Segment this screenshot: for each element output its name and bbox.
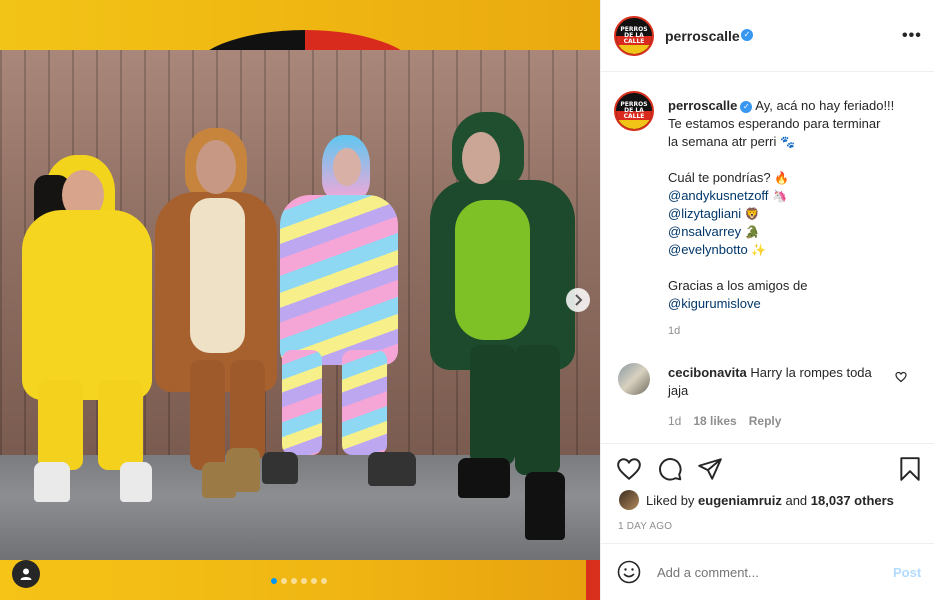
carousel-dot [301, 578, 307, 584]
caption-line: la semana atr perri [668, 134, 777, 149]
leg [342, 350, 387, 455]
crocodile-icon: 🐊 [744, 225, 760, 239]
profile-avatar[interactable]: PERROS DE LA CALLE [614, 16, 654, 56]
leg [38, 380, 83, 470]
leg [98, 380, 143, 470]
unicorn-icon: 🦄 [772, 189, 787, 203]
comment-timestamp[interactable]: 1d [668, 414, 681, 428]
face [333, 148, 361, 186]
post-header: PERROS DE LA CALLE perroscalle ✓ ••• [601, 0, 934, 72]
carousel-dot [291, 578, 297, 584]
leg [230, 360, 265, 460]
shoe [34, 462, 70, 502]
carousel-dot [311, 578, 317, 584]
user-tag-button[interactable] [12, 560, 40, 588]
carousel-dot [281, 578, 287, 584]
heart-icon[interactable] [895, 371, 907, 383]
liked-by-text: Liked by eugeniamruiz and 18,037 others [646, 493, 894, 508]
liked-by-prefix: Liked by [646, 493, 695, 508]
fire-icon: 🔥 [774, 171, 790, 185]
avatar-logo: PERROS DE LA CALLE [616, 93, 652, 129]
costume-belly [190, 198, 245, 353]
comment-input[interactable] [657, 565, 857, 580]
face [462, 132, 500, 184]
paw-prints-icon: 🐾 [780, 135, 795, 149]
leg [470, 345, 515, 465]
verified-badge-icon: ✓ [740, 100, 753, 113]
image-top-band [0, 0, 600, 120]
comment-username[interactable]: cecibonavita [668, 365, 747, 380]
costume-body [22, 210, 152, 400]
post-panel: PERROS DE LA CALLE perroscalle ✓ ••• PER… [600, 0, 934, 600]
actions-section: Liked by eugeniamruiz and 18,037 others … [601, 444, 934, 544]
caption-text: perroscalle ✓ Ay, acá no hay feriado!!! T… [668, 97, 923, 313]
face [196, 140, 236, 194]
mention-link[interactable]: @lizytagliani [668, 206, 741, 221]
caption-line: Te estamos esperando para terminar [668, 116, 881, 131]
sparkles-icon: ✨ [751, 243, 767, 257]
liked-by-avatar[interactable] [619, 490, 639, 510]
post-timestamp[interactable]: 1 DAY AGO [618, 521, 672, 532]
comment-text: cecibonavita Harry la rompes toda jaja [668, 364, 878, 400]
shoe [120, 462, 152, 502]
costume-belly [455, 200, 530, 340]
comment-likes[interactable]: 18 likes [693, 414, 736, 428]
shoe [226, 448, 260, 492]
comment-icon[interactable] [657, 456, 683, 482]
carousel-next-button[interactable] [566, 288, 590, 312]
smiley-icon[interactable] [617, 560, 641, 584]
comment-meta: 1d 18 likes Reply [668, 414, 781, 428]
caption-thanks: Gracias a los amigos de [668, 278, 808, 293]
more-options-icon[interactable]: ••• [902, 27, 922, 45]
avatar-logo-text: PERROS DE LA CALLE [620, 101, 648, 120]
avatar-logo: PERROS DE LA CALLE [616, 18, 652, 54]
leg [515, 345, 560, 475]
share-icon[interactable] [697, 456, 723, 482]
liked-by-user[interactable]: eugeniamruiz [698, 493, 782, 508]
mention-link[interactable]: @andykusnetzoff [668, 188, 768, 203]
user-tag-icon [20, 568, 32, 580]
shoe [458, 458, 510, 498]
shoe [368, 452, 416, 486]
caption-section: PERROS DE LA CALLE perroscalle ✓ Ay, acá … [601, 72, 934, 444]
mention-link[interactable]: @kigurumislove [668, 296, 761, 311]
caption-avatar[interactable]: PERROS DE LA CALLE [614, 91, 654, 131]
costume-body [280, 195, 398, 365]
post-comment-button[interactable]: Post [893, 565, 921, 580]
comment-avatar[interactable] [618, 363, 650, 395]
caption-timestamp[interactable]: 1d [668, 325, 680, 337]
chevron-right-icon [575, 294, 583, 306]
mention-link[interactable]: @nsalvarrey [668, 224, 741, 239]
carousel-dot [271, 578, 277, 584]
caption-line: Ay, acá no hay feriado!!! [755, 98, 895, 113]
leg [190, 360, 225, 470]
post-image[interactable] [0, 0, 600, 600]
caption-question: Cuál te pondrías? [668, 170, 771, 185]
caption-username[interactable]: perroscalle [668, 98, 737, 113]
verified-badge-icon: ✓ [741, 29, 753, 41]
leg [282, 350, 322, 455]
image-red-corner [586, 560, 600, 600]
image-floor [0, 455, 600, 560]
reply-button[interactable]: Reply [749, 414, 782, 428]
shoe [262, 452, 298, 484]
bookmark-icon[interactable] [897, 456, 923, 482]
liked-by-and: and [785, 493, 808, 508]
mention-link[interactable]: @evelynbotto [668, 242, 748, 257]
add-comment-bar: Post [601, 544, 934, 600]
carousel-dot [321, 578, 327, 584]
carousel-indicator [271, 578, 327, 584]
shoe [525, 472, 565, 540]
heart-icon[interactable] [616, 456, 642, 482]
header-username[interactable]: perroscalle [665, 28, 740, 44]
liked-by-others[interactable]: 18,037 others [811, 493, 894, 508]
avatar-logo-text: PERROS DE LA CALLE [620, 26, 648, 45]
lion-icon: 🦁 [744, 207, 760, 221]
